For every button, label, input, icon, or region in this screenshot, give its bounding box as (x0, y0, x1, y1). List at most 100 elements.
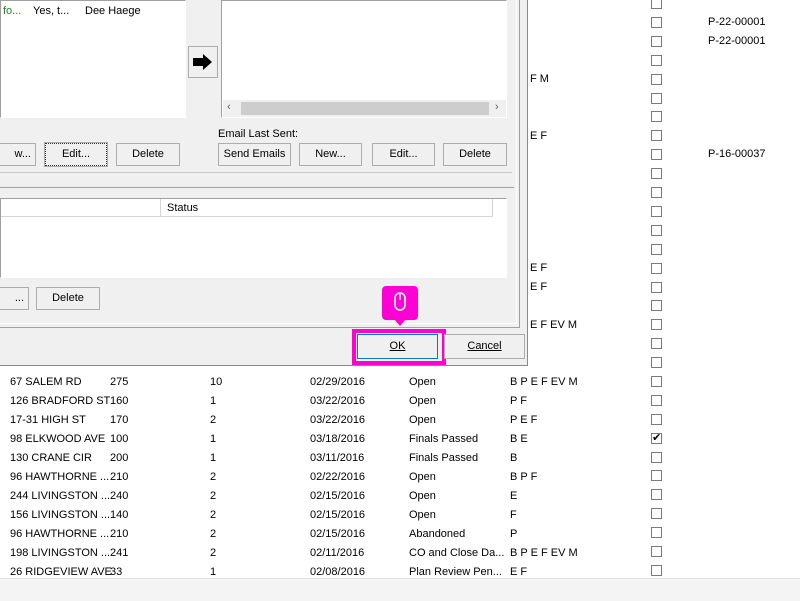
contacts-list[interactable]: fo... Yes, t... Dee Haege (0, 0, 186, 118)
row-checkbox[interactable] (651, 0, 662, 9)
table-cell-num: 200 (110, 452, 129, 464)
delete-button[interactable]: Delete (443, 143, 507, 166)
row-checkbox[interactable] (651, 489, 662, 500)
scroll-right-icon[interactable]: › (495, 101, 499, 113)
table-row[interactable]: 126 BRADFORD ST 160 1 03/22/2016 Open P F (0, 392, 650, 411)
table-cell-types: B (510, 452, 518, 464)
row-checkbox[interactable] (651, 431, 662, 444)
table-row[interactable]: 96 HAWTHORNE ... 210 2 02/22/2016 Open B P F (0, 468, 650, 487)
row-checkbox[interactable] (651, 357, 662, 368)
row-checkbox[interactable] (651, 111, 662, 122)
cancel-button[interactable]: Cancel (444, 334, 525, 359)
table-cell-num: 241 (110, 547, 129, 559)
row-checkbox[interactable] (651, 130, 662, 141)
table-cell-date: 03/22/2016 (310, 395, 366, 407)
table-row[interactable]: 156 LIVINGSTON ... 140 2 02/15/2016 Open F (0, 506, 650, 525)
table-cell-address: 96 HAWTHORNE ... (10, 528, 110, 540)
table-cell-num: 170 (110, 414, 129, 426)
table-cell-status: Open (409, 376, 436, 388)
row-checkbox[interactable] (651, 414, 662, 425)
table-cell-status: Open (409, 490, 436, 502)
table-cell-types: P (510, 528, 518, 540)
row-checkbox[interactable] (651, 395, 662, 406)
row-checkbox[interactable] (651, 300, 662, 311)
delete-button-left[interactable]: Delete (116, 143, 180, 166)
horizontal-scrollbar[interactable] (0, 578, 800, 601)
table-row[interactable]: 17-31 HIGH ST 170 2 03/22/2016 Open P E F (0, 411, 650, 430)
row-checkbox[interactable] (651, 508, 662, 519)
row-checkbox[interactable] (651, 55, 662, 66)
row-checkbox[interactable] (651, 17, 662, 28)
row-checkbox[interactable] (651, 546, 662, 557)
table-row[interactable]: 198 LIVINGSTON ... 241 2 02/11/2016 CO and C… (0, 544, 650, 563)
table-cell-status: Open (409, 509, 436, 521)
group-frame (0, 187, 514, 188)
row-checkbox[interactable] (651, 452, 662, 463)
list-horizontal-scrollbar[interactable]: ‹ › (223, 100, 506, 117)
table-cell-date: 02/11/2016 (310, 547, 365, 559)
row-checkbox[interactable] (651, 376, 662, 387)
table-cell-date: 03/18/2016 (310, 433, 366, 445)
move-right-button[interactable] (188, 46, 218, 78)
table-row[interactable]: 96 HAWTHORNE ... 210 2 02/15/2016 Abandoned P (0, 525, 650, 544)
table-cell-status: Abandoned (409, 528, 466, 540)
table-cell-count: 2 (210, 490, 217, 502)
table-cell-status: Open (409, 395, 436, 407)
table-cell-num: 160 (110, 395, 129, 407)
scroll-left-icon[interactable]: ‹ (227, 101, 231, 113)
new-button[interactable]: New... (299, 143, 362, 166)
send-emails-button[interactable]: Send Emails (218, 143, 291, 166)
row-checkbox[interactable] (651, 206, 662, 217)
table-row[interactable]: 130 CRANE CIR 200 1 03/11/2016 Finals Passed… (0, 449, 650, 468)
edit-button-left[interactable]: Edit... (44, 142, 108, 167)
row-checkbox[interactable] (651, 187, 662, 198)
table-cell-types: P F (510, 395, 527, 407)
table-row[interactable]: 98 ELKWOOD AVE 100 1 03/18/2016 Finals Passe… (0, 430, 650, 449)
row-checkbox[interactable] (651, 168, 662, 179)
table-cell-count: 2 (210, 414, 217, 426)
table-cell-status: Finals Passed (409, 433, 479, 445)
row-checkbox[interactable] (651, 225, 662, 236)
row-checkbox[interactable] (651, 74, 662, 85)
row-checkbox[interactable] (651, 319, 662, 330)
row-checkbox[interactable] (651, 263, 662, 274)
row-checkbox[interactable] (651, 93, 662, 104)
table-cell-date: 02/29/2016 (310, 376, 366, 388)
permit-number: P-22-00001 (708, 35, 766, 47)
row-checkbox[interactable] (651, 149, 662, 160)
recipients-list[interactable]: ‹ › (221, 0, 507, 118)
scroll-thumb[interactable] (241, 102, 489, 115)
bottom-partial-button[interactable]: ... (0, 287, 29, 310)
table-cell-address: 156 LIVINGSTON ... (10, 509, 111, 521)
edit-button[interactable]: Edit... (372, 143, 435, 166)
email-last-sent-label: Email Last Sent: (218, 128, 299, 140)
new-button-left[interactable]: w... (0, 143, 36, 166)
row-checkbox[interactable] (651, 527, 662, 538)
table-cell-count: 1 (210, 395, 217, 407)
list-cell: fo... (3, 5, 22, 17)
bottom-delete-button[interactable]: Delete (36, 287, 100, 310)
ok-button[interactable]: OK (357, 334, 438, 359)
partial-type-label: E F (530, 130, 548, 142)
table-cell-status: CO and Close Da... (409, 547, 505, 559)
table-cell-date: 03/22/2016 (310, 414, 366, 426)
table-cell-date: 02/15/2016 (310, 490, 366, 502)
permit-number: P-22-00001 (708, 16, 766, 28)
dialog-window: fo... Yes, t... Dee Haege ‹ › Email Last… (0, 0, 528, 366)
row-checkbox[interactable] (651, 470, 662, 481)
table-cell-types: E (510, 490, 518, 502)
table-cell-address: 198 LIVINGSTON ... (10, 547, 111, 559)
row-checkbox[interactable] (651, 565, 662, 576)
row-checkbox[interactable] (651, 282, 662, 293)
table-cell-types: P E F (510, 414, 538, 426)
row-checkbox[interactable] (651, 244, 662, 255)
row-checkbox[interactable] (651, 338, 662, 349)
inner-status-table[interactable]: Status (0, 198, 507, 278)
row-checkbox[interactable] (651, 36, 662, 47)
table-cell-status: Open (409, 414, 436, 426)
mouse-icon (394, 292, 406, 311)
table-cell-date: 02/15/2016 (310, 509, 366, 521)
table-row[interactable]: 244 LIVINGSTON ... 240 2 02/15/2016 Open E (0, 487, 650, 506)
status-column-header[interactable]: Status (167, 202, 198, 214)
table-row[interactable]: 67 SALEM RD 275 10 02/29/2016 Open B P E F EV… (0, 373, 650, 392)
